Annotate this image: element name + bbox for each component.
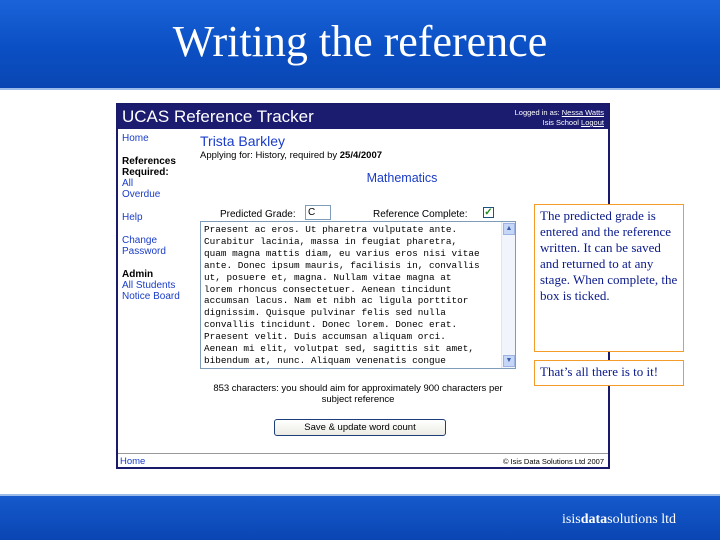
slide-title: Writing the reference <box>172 17 548 66</box>
sidebar: Home References Required: All Overdue He… <box>122 133 194 302</box>
school-name: Isis School <box>542 118 579 127</box>
slide-header: Writing the reference <box>0 0 720 90</box>
callout-predicted-grade: The predicted grade is entered and the r… <box>534 204 684 352</box>
sidebar-item-home[interactable]: Home <box>122 133 194 144</box>
predicted-grade-input[interactable]: C <box>305 205 331 220</box>
reference-complete-checkbox[interactable]: ✓ <box>483 207 494 218</box>
logout-link[interactable]: Logout <box>581 118 604 127</box>
brand-prefix: isis <box>562 512 581 527</box>
textarea-scrollbar[interactable]: ▲ ▼ <box>501 222 515 368</box>
footer-home-link[interactable]: Home <box>120 456 145 467</box>
sidebar-item-all[interactable]: All <box>122 178 194 189</box>
main-content: Trista Barkley Applying for: History, re… <box>200 133 604 436</box>
company-brand: isisdatasolutions ltd <box>562 512 676 528</box>
sidebar-item-all-students[interactable]: All Students <box>122 280 194 291</box>
required-date: 25/4/2007 <box>339 150 383 161</box>
predicted-grade-label: Predicted Grade: <box>220 209 296 220</box>
reference-text: Praesent ac eros. Ut pharetra vulputate … <box>204 224 480 366</box>
footer-copyright: © Isis Data Solutions Ltd 2007 <box>502 457 604 466</box>
sidebar-item-notice-board[interactable]: Notice Board <box>122 291 194 302</box>
applying-info: Applying for: History, required by 25/4/… <box>200 150 604 161</box>
scroll-up-icon[interactable]: ▲ <box>503 223 515 235</box>
character-count: 853 characters: you should aim for appro… <box>213 383 503 405</box>
brand-suffix: solutions ltd <box>607 512 676 527</box>
sidebar-item-change-password[interactable]: Change Password <box>122 235 194 257</box>
app-title: UCAS Reference Tracker <box>122 107 314 126</box>
logged-in-label: Logged in as: <box>514 108 560 117</box>
applying-text: Applying for: History, required by <box>200 150 338 161</box>
sidebar-heading-references: References Required: <box>122 156 176 178</box>
save-update-button[interactable]: Save & update word count <box>274 419 446 436</box>
scroll-down-icon[interactable]: ▼ <box>503 355 515 367</box>
login-info: Logged in as: Nessa Watts Isis School Lo… <box>515 108 604 128</box>
app-titlebar: UCAS Reference Tracker Logged in as: Nes… <box>118 105 608 129</box>
sidebar-item-help[interactable]: Help <box>122 212 194 223</box>
user-name-link[interactable]: Nessa Watts <box>562 108 604 117</box>
callout-thats-all: That’s all there is to it! <box>534 360 684 386</box>
student-name: Trista Barkley <box>200 133 286 149</box>
subject-title: Mathematics <box>366 171 438 185</box>
app-footer: Home © Isis Data Solutions Ltd 2007 <box>118 453 608 469</box>
slide-footer: isisdatasolutions ltd <box>0 494 720 540</box>
sidebar-heading-admin: Admin <box>122 269 154 280</box>
reference-textarea[interactable]: Praesent ac eros. Ut pharetra vulputate … <box>200 221 516 369</box>
reference-complete-label: Reference Complete: <box>373 209 468 220</box>
sidebar-item-overdue[interactable]: Overdue <box>122 189 194 200</box>
brand-bold: data <box>580 512 608 527</box>
